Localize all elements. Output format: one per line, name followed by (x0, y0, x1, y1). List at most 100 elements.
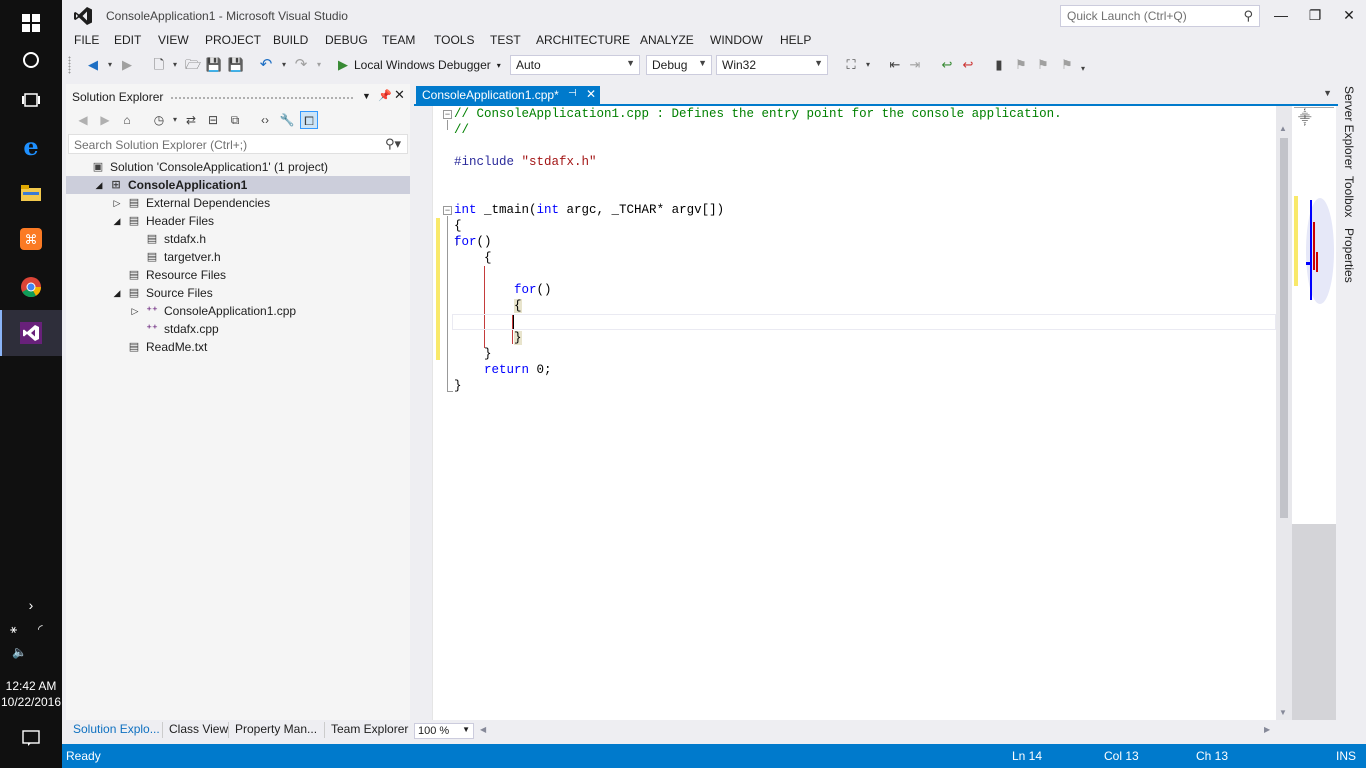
tab-consoleapplication1-cpp[interactable]: ConsoleApplication1.cpp* ⊣ ✕ (416, 86, 600, 104)
wifi-icon[interactable]: ◜ (38, 622, 43, 636)
expanded-arrow-icon[interactable]: ◢ (94, 176, 104, 194)
scroll-right-icon[interactable]: ▶ (1264, 725, 1270, 734)
tab-team-explorer[interactable]: Team Explorer (331, 722, 408, 736)
back-icon[interactable]: ◀ (74, 111, 92, 129)
panel-menu-chevron-down-icon[interactable]: ▼ (362, 91, 371, 101)
toolbox-tab[interactable]: Toolbox (1342, 176, 1356, 217)
back-dropdown-icon[interactable]: ▾ (101, 56, 119, 74)
volume-icon[interactable]: 🔈 (12, 645, 27, 659)
forward-icon[interactable]: ▶ (96, 111, 114, 129)
bookmark-icon[interactable]: ▮ (990, 56, 1008, 74)
tree-item[interactable]: ▤ Resource Files (66, 266, 410, 284)
toolbar-overflow-icon[interactable]: ▾ (1074, 60, 1092, 78)
code-editor[interactable]: − − // ConsoleApplication1.cpp : Defines… (416, 106, 1276, 720)
tree-item[interactable]: ◢ ⊞ ConsoleApplication1 (66, 176, 410, 194)
file-explorer-icon[interactable] (0, 170, 62, 216)
collapsed-arrow-icon[interactable]: ▷ (130, 302, 140, 320)
uncomment-icon[interactable]: ↩ (959, 56, 977, 74)
tree-item[interactable]: ▤ targetver.h (66, 248, 410, 266)
split-window-icon[interactable]: ⸎ (1298, 108, 1312, 126)
tree-item[interactable]: ⁺⁺ stdafx.cpp (66, 320, 410, 338)
save-all-icon[interactable]: 💾 (227, 56, 245, 74)
close-button[interactable]: ✕ (1332, 4, 1366, 26)
tree-item[interactable]: ▤ stdafx.h (66, 230, 410, 248)
menu-project[interactable]: PROJECT (203, 33, 263, 47)
next-bookmark-icon[interactable]: ⚑ (1034, 56, 1052, 74)
menu-build[interactable]: BUILD (271, 33, 310, 47)
solution-config-auto-select[interactable]: Auto ▼ (510, 55, 640, 75)
scroll-left-icon[interactable]: ◀ (480, 725, 486, 734)
outline-collapse-icon[interactable]: − (443, 206, 452, 215)
save-icon[interactable]: 💾 (205, 56, 223, 74)
scrollbar-map-empty-region[interactable] (1292, 524, 1336, 720)
tab-property-manager[interactable]: Property Man... (235, 722, 317, 736)
indicator-margin[interactable] (416, 106, 432, 720)
solution-explorer-search-input[interactable]: Search Solution Explorer (Ctrl+;) ⚲▾ (68, 134, 408, 154)
minimize-button[interactable]: — (1264, 4, 1298, 26)
editor-vertical-scrollbar[interactable]: ▲ ▼ (1276, 106, 1292, 720)
outline-collapse-icon[interactable]: − (443, 110, 452, 119)
properties-tab[interactable]: Properties (1342, 228, 1356, 283)
action-center-icon[interactable] (22, 730, 40, 749)
quick-launch-input[interactable]: Quick Launch (Ctrl+Q) ⚲ (1060, 5, 1260, 27)
xampp-icon[interactable]: ⌘ (0, 216, 62, 262)
tab-overflow-chevron-down-icon[interactable]: ▼ (1323, 88, 1332, 98)
panel-grip[interactable] (170, 96, 354, 100)
chrome-icon[interactable] (0, 264, 62, 310)
menu-help[interactable]: HELP (778, 33, 813, 47)
open-file-icon[interactable]: 🗁 (184, 56, 202, 74)
task-view-icon[interactable] (0, 77, 62, 123)
sync-with-document-icon[interactable]: ⇄ (182, 111, 200, 129)
restore-button[interactable]: ❐ (1298, 4, 1332, 26)
navigate-forward-icon[interactable]: ▶ (118, 56, 136, 74)
menu-edit[interactable]: EDIT (112, 33, 143, 47)
solution-platform-select[interactable]: Win32 ▼ (716, 55, 828, 75)
menu-test[interactable]: TEST (488, 33, 523, 47)
tree-item[interactable]: ▷ ▤ External Dependencies (66, 194, 410, 212)
scrollbar-map[interactable]: ⸎ (1292, 106, 1336, 720)
menu-debug[interactable]: DEBUG (323, 33, 370, 47)
preview-selected-items-icon[interactable]: ⧠ (300, 111, 318, 129)
menu-analyze[interactable]: ANALYZE (638, 33, 696, 47)
undo-dropdown-icon[interactable]: ▾ (275, 56, 293, 74)
undo-icon[interactable]: ↶ (257, 56, 275, 74)
server-explorer-tab[interactable]: Server Explorer (1342, 86, 1356, 169)
scroll-thumb[interactable] (1280, 138, 1288, 518)
tab-pin-icon[interactable]: ⊣ (568, 88, 577, 99)
tree-item[interactable]: ◢ ▤ Header Files (66, 212, 410, 230)
visual-studio-taskbar-icon[interactable] (0, 310, 62, 356)
tree-item[interactable]: ◢ ▤ Source Files (66, 284, 410, 302)
find-dropdown-icon[interactable]: ▾ (859, 56, 877, 74)
menu-team[interactable]: TEAM (380, 33, 417, 47)
menu-file[interactable]: FILE (72, 33, 101, 47)
tab-close-icon[interactable]: ✕ (586, 87, 596, 101)
navigate-back-icon[interactable]: ◀ (84, 56, 102, 74)
show-all-files-icon[interactable]: ⧉ (226, 111, 244, 129)
solution-configuration-select[interactable]: Debug ▼ (646, 55, 712, 75)
pin-icon[interactable]: 📌 (378, 89, 392, 102)
expanded-arrow-icon[interactable]: ◢ (112, 284, 122, 302)
properties-wrench-icon[interactable]: 🔧 (278, 111, 296, 129)
tree-item[interactable]: ▣ Solution 'ConsoleApplication1' (1 proje… (66, 158, 410, 176)
comment-out-icon[interactable]: ↩ (938, 56, 956, 74)
zoom-level-select[interactable]: 100 % ▼ (414, 723, 474, 739)
scroll-down-icon[interactable]: ▼ (1279, 708, 1287, 717)
view-code-icon[interactable]: ‹› (256, 111, 274, 129)
new-dropdown-icon[interactable]: ▾ (166, 56, 184, 74)
collapse-all-icon[interactable]: ⊟ (204, 111, 222, 129)
collapsed-arrow-icon[interactable]: ▷ (112, 194, 122, 212)
network-icon[interactable]: ⚹ (10, 622, 17, 637)
outdent-icon[interactable]: ⇥ (906, 56, 924, 74)
scroll-up-icon[interactable]: ▲ (1279, 124, 1287, 133)
tree-item[interactable]: ▷ ⁺⁺ ConsoleApplication1.cpp (66, 302, 410, 320)
home-icon[interactable]: ⌂ (118, 111, 136, 129)
menu-tools[interactable]: TOOLS (432, 33, 476, 47)
taskbar-clock[interactable]: 12:42 AM 10/22/2016 (0, 678, 62, 710)
indent-icon[interactable]: ⇤ (886, 56, 904, 74)
menu-window[interactable]: WINDOW (708, 33, 765, 47)
redo-icon[interactable]: ↷ (292, 56, 310, 74)
menu-view[interactable]: VIEW (156, 33, 191, 47)
show-hidden-icons-chevron-icon[interactable]: › (0, 583, 62, 627)
previous-bookmark-icon[interactable]: ⚑ (1012, 56, 1030, 74)
start-debugging-button[interactable]: ▶ Local Windows Debugger ▾ (338, 55, 501, 75)
